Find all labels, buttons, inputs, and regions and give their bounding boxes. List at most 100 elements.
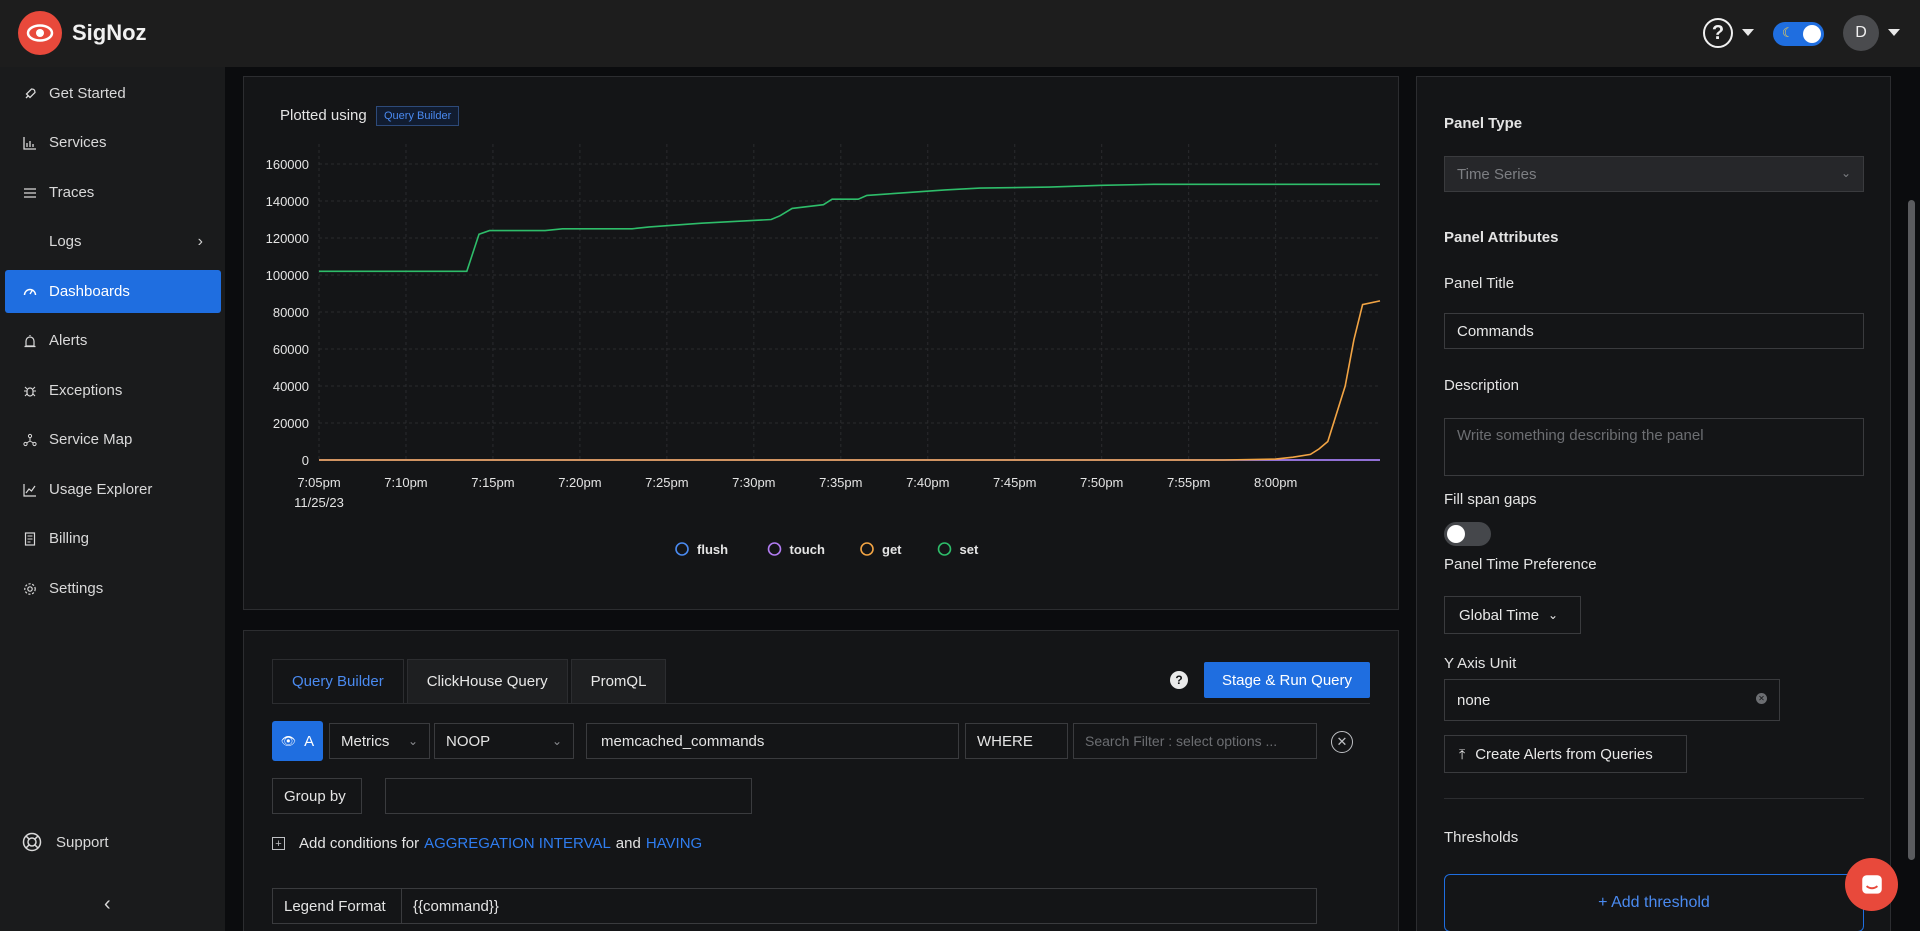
plus-square-icon[interactable]: + [272, 837, 285, 850]
sidebar-item-settings[interactable]: Settings [5, 567, 221, 610]
add-threshold-button[interactable]: + Add threshold [1444, 874, 1864, 931]
description-textarea[interactable]: Write something describing the panel [1444, 418, 1864, 476]
clear-icon[interactable]: ✕ [1756, 693, 1767, 704]
fill-span-gaps-toggle[interactable] [1444, 522, 1491, 546]
legend-format-text: Legend Format [284, 897, 386, 915]
query-editor: Query Builder ClickHouse Query PromQL ? … [243, 630, 1399, 931]
chevron-down-icon: ⌄ [1840, 166, 1851, 180]
where-label: WHERE [965, 723, 1068, 759]
sidebar-item-label: Alerts [49, 332, 88, 349]
panel-attributes-label: Panel Attributes [1444, 229, 1559, 246]
query-letter: A [304, 732, 315, 750]
collapse-sidebar-icon[interactable]: ‹ [104, 893, 111, 916]
create-alerts-button[interactable]: ⤒ Create Alerts from Queries [1444, 735, 1687, 773]
sidebar-item-usage-explorer[interactable]: Usage Explorer [5, 468, 221, 511]
sidebar-item-traces[interactable]: Traces [5, 171, 221, 214]
stage-run-query-button[interactable]: Stage & Run Query [1204, 662, 1370, 698]
x-tick-label: 7:35pm [819, 475, 862, 490]
y-tick-label: 40000 [273, 379, 309, 394]
aggregate-select[interactable]: NOOP ⌄ [434, 723, 574, 759]
metric-input[interactable]: memcached_commands [586, 723, 959, 759]
sidebar-item-exceptions[interactable]: Exceptions [5, 369, 221, 412]
x-tick-label: 7:25pm [645, 475, 688, 490]
sidebar-item-support[interactable]: Support [22, 832, 109, 852]
toggle-knob [1447, 525, 1465, 543]
panel-type-label: Panel Type [1444, 115, 1523, 132]
having-link[interactable]: HAVING [646, 835, 702, 852]
group-by-label: Group by [272, 778, 362, 814]
panel-type-select[interactable]: Time Series ⌄ [1444, 156, 1864, 192]
y-tick-label: 0 [302, 453, 309, 468]
sidebar-item-billing[interactable]: Billing [5, 517, 221, 560]
cond-prefix: Add conditions for [299, 835, 420, 852]
sidebar-item-services[interactable]: Services [5, 121, 221, 164]
x-tick-label: 7:30pm [732, 475, 775, 490]
brand-name: SigNoz [72, 20, 147, 45]
y-tick-label: 20000 [273, 416, 309, 431]
legend-marker-set[interactable] [937, 542, 952, 556]
tab-promql[interactable]: PromQL [570, 659, 667, 703]
avatar[interactable]: D [1843, 15, 1879, 51]
theme-toggle[interactable]: ☾ [1773, 22, 1824, 46]
sidebar-item-label: Traces [49, 184, 95, 201]
x-tick-label: 7:10pm [384, 475, 427, 490]
tab-query-builder[interactable]: Query Builder [272, 659, 404, 703]
panel-title-input[interactable]: Commands [1444, 313, 1864, 349]
x-tick-label: 7:15pm [471, 475, 514, 490]
lifebuoy-icon [22, 832, 42, 852]
legend-format-value: {{command}} [413, 897, 499, 915]
sidebar-item-service-map[interactable]: Service Map [5, 418, 221, 461]
scrollbar[interactable] [1908, 200, 1915, 860]
gear-icon [23, 582, 37, 596]
series-line-set[interactable] [319, 183, 1380, 273]
legend-label-set[interactable]: set [960, 542, 979, 557]
legend-format-input[interactable]: {{command}} [401, 888, 1317, 924]
search-filter-input[interactable]: Search Filter : select options ... [1073, 723, 1317, 759]
sidebar-item-get-started[interactable]: Get Started [5, 72, 221, 115]
legend-marker-flush[interactable] [675, 542, 689, 556]
x-tick-label: 7:05pm [297, 475, 340, 490]
y-axis-unit-select[interactable]: none ✕ [1444, 679, 1780, 721]
sidebar-item-dashboards[interactable]: Dashboards [5, 270, 221, 313]
billing-icon [23, 531, 37, 546]
chat-support-icon[interactable] [1845, 858, 1898, 911]
legend-marker-get[interactable] [860, 542, 874, 556]
query-help-icon[interactable]: ? [1170, 671, 1188, 689]
filter-placeholder: Search Filter : select options ... [1085, 733, 1278, 749]
sidebar-item-logs[interactable]: Logs › [5, 220, 221, 263]
help-caret-icon[interactable] [1742, 29, 1754, 36]
query-tabs: Query Builder ClickHouse Query PromQL [272, 659, 669, 703]
user-caret-icon[interactable] [1888, 29, 1900, 36]
time-preference-dropdown[interactable]: Global Time ⌄ [1444, 596, 1581, 634]
bug-icon [23, 384, 37, 398]
legend-label-get[interactable]: get [882, 542, 902, 557]
aggregation-interval-link[interactable]: AGGREGATION INTERVAL [424, 835, 611, 852]
time-series-chart[interactable]: 0 20000 40000 60000 80000 100000 120000 140000 1… [244, 77, 1400, 611]
description-placeholder: Write something describing the panel [1457, 427, 1704, 444]
legend-marker-touch[interactable] [767, 542, 782, 556]
legend-label-flush[interactable]: flush [697, 542, 728, 557]
sidebar-item-label: Usage Explorer [49, 481, 153, 498]
sidebar-item-alerts[interactable]: Alerts [5, 319, 221, 362]
legend-label-touch[interactable]: touch [790, 542, 825, 557]
series-line-get[interactable] [319, 300, 1381, 461]
metric-value: memcached_commands [601, 732, 765, 750]
panel-time-preference-label: Panel Time Preference [1444, 556, 1597, 573]
support-label: Support [56, 833, 109, 851]
y-tick-label: 80000 [273, 305, 309, 320]
y-tick-label: 160000 [266, 157, 309, 172]
rocket-icon [23, 87, 37, 101]
dashboard-icon [23, 285, 37, 299]
tab-clickhouse-query[interactable]: ClickHouse Query [406, 659, 568, 703]
query-a-toggle[interactable]: 👁 A [272, 721, 323, 761]
sidebar-item-label: Logs [49, 233, 82, 250]
sidebar-item-label: Get Started [49, 85, 126, 102]
group-by-input[interactable] [385, 778, 752, 814]
signoz-logo-icon[interactable] [18, 11, 62, 55]
help-icon[interactable]: ? [1703, 18, 1733, 48]
remove-query-icon[interactable]: ✕ [1331, 731, 1353, 753]
panel-title-label: Panel Title [1444, 275, 1515, 292]
y-axis-unit-label: Y Axis Unit [1444, 655, 1517, 672]
aggregate-value: NOOP [446, 732, 491, 750]
data-source-select[interactable]: Metrics ⌄ [329, 723, 430, 759]
